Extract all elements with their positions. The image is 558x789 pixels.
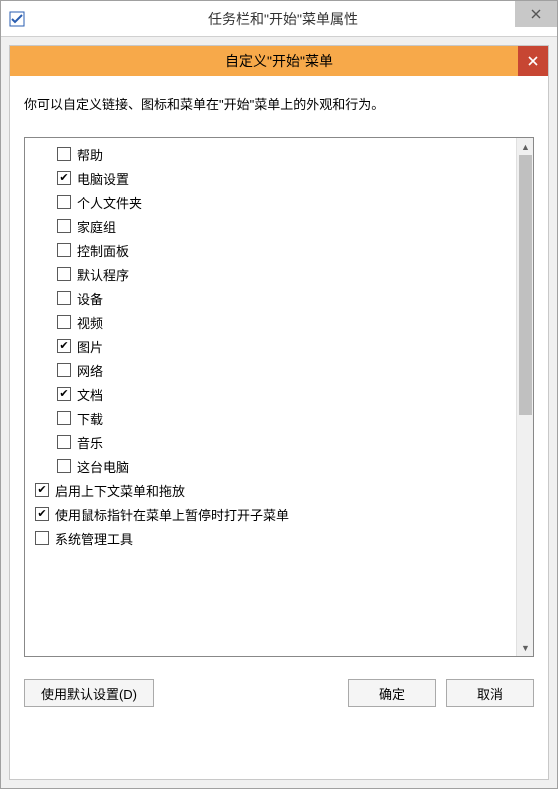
list-item[interactable]: 使用鼠标指针在菜单上暂停时打开子菜单 bbox=[27, 502, 514, 526]
list-item[interactable]: 下载 bbox=[27, 406, 514, 430]
checkbox[interactable] bbox=[57, 243, 71, 257]
outer-titlebar: 任务栏和"开始"菜单属性 bbox=[1, 1, 557, 37]
list-item-label: 设备 bbox=[77, 289, 103, 308]
list-item-label: 启用上下文菜单和拖放 bbox=[55, 481, 185, 500]
list-item[interactable]: 视频 bbox=[27, 310, 514, 334]
list-item[interactable]: 默认程序 bbox=[27, 262, 514, 286]
cancel-button[interactable]: 取消 bbox=[446, 679, 534, 707]
scroll-up-button[interactable]: ▲ bbox=[517, 138, 534, 155]
list-item-label: 默认程序 bbox=[77, 265, 129, 284]
checkbox[interactable] bbox=[57, 459, 71, 473]
checkbox[interactable] bbox=[35, 531, 49, 545]
inner-close-button[interactable] bbox=[518, 46, 548, 76]
list-item[interactable]: 网络 bbox=[27, 358, 514, 382]
inner-dialog: 自定义"开始"菜单 你可以自定义链接、图标和菜单在"开始"菜单上的外观和行为。 … bbox=[9, 45, 549, 780]
use-defaults-button[interactable]: 使用默认设置(D) bbox=[24, 679, 154, 707]
checkbox[interactable] bbox=[57, 219, 71, 233]
checkbox[interactable] bbox=[57, 171, 71, 185]
checkbox[interactable] bbox=[57, 363, 71, 377]
list-item-label: 音乐 bbox=[77, 433, 103, 452]
scroll-thumb[interactable] bbox=[519, 155, 532, 415]
ok-button[interactable]: 确定 bbox=[348, 679, 436, 707]
list-item-label: 图片 bbox=[77, 337, 103, 356]
list-item-label: 网络 bbox=[77, 361, 103, 380]
list-item-label: 文档 bbox=[77, 385, 103, 404]
checkbox[interactable] bbox=[57, 315, 71, 329]
list-item-label: 控制面板 bbox=[77, 241, 129, 260]
list-item-label: 这台电脑 bbox=[77, 457, 129, 476]
list-item[interactable]: 图片 bbox=[27, 334, 514, 358]
list-item[interactable]: 设备 bbox=[27, 286, 514, 310]
button-row: 使用默认设置(D) 确定 取消 bbox=[24, 679, 534, 707]
checkbox[interactable] bbox=[57, 339, 71, 353]
checkbox[interactable] bbox=[57, 195, 71, 209]
checkbox[interactable] bbox=[57, 147, 71, 161]
list-item-label: 个人文件夹 bbox=[77, 193, 142, 212]
list-item-label: 帮助 bbox=[77, 145, 103, 164]
checkbox[interactable] bbox=[57, 411, 71, 425]
dialog-body: 你可以自定义链接、图标和菜单在"开始"菜单上的外观和行为。 帮助电脑设置个人文件… bbox=[10, 76, 548, 779]
list-item[interactable]: 这台电脑 bbox=[27, 454, 514, 478]
list-item[interactable]: 家庭组 bbox=[27, 214, 514, 238]
button-row-right: 确定 取消 bbox=[348, 679, 534, 707]
list-item[interactable]: 文档 bbox=[27, 382, 514, 406]
checkbox[interactable] bbox=[57, 435, 71, 449]
inner-area: 自定义"开始"菜单 你可以自定义链接、图标和菜单在"开始"菜单上的外观和行为。 … bbox=[1, 37, 557, 788]
close-icon bbox=[531, 9, 541, 19]
checkbox[interactable] bbox=[57, 387, 71, 401]
inner-titlebar: 自定义"开始"菜单 bbox=[10, 46, 548, 76]
list-item[interactable]: 控制面板 bbox=[27, 238, 514, 262]
list-item[interactable]: 系统管理工具 bbox=[27, 526, 514, 550]
list-item-label: 电脑设置 bbox=[77, 169, 129, 188]
close-icon bbox=[528, 56, 538, 66]
outer-title: 任务栏和"开始"菜单属性 bbox=[9, 9, 557, 29]
checkbox[interactable] bbox=[57, 291, 71, 305]
checkbox[interactable] bbox=[35, 507, 49, 521]
outer-dialog: 任务栏和"开始"菜单属性 自定义"开始"菜单 你可以自定义链接、图标和菜单在"开… bbox=[0, 0, 558, 789]
checkbox[interactable] bbox=[57, 267, 71, 281]
listbox-content: 帮助电脑设置个人文件夹家庭组控制面板默认程序设备视频图片网络文档下载音乐这台电脑… bbox=[25, 138, 516, 656]
scrollbar[interactable]: ▲ ▼ bbox=[516, 138, 533, 656]
description-text: 你可以自定义链接、图标和菜单在"开始"菜单上的外观和行为。 bbox=[24, 94, 534, 113]
inner-title: 自定义"开始"菜单 bbox=[225, 51, 333, 71]
list-item-label: 下载 bbox=[77, 409, 103, 428]
list-item-label: 家庭组 bbox=[77, 217, 116, 236]
list-item-label: 使用鼠标指针在菜单上暂停时打开子菜单 bbox=[55, 505, 289, 524]
list-item[interactable]: 帮助 bbox=[27, 142, 514, 166]
list-item[interactable]: 电脑设置 bbox=[27, 166, 514, 190]
scroll-down-button[interactable]: ▼ bbox=[517, 639, 534, 656]
checkbox[interactable] bbox=[35, 483, 49, 497]
list-item-label: 视频 bbox=[77, 313, 103, 332]
list-item[interactable]: 音乐 bbox=[27, 430, 514, 454]
list-item-label: 系统管理工具 bbox=[55, 529, 133, 548]
list-item[interactable]: 个人文件夹 bbox=[27, 190, 514, 214]
list-item[interactable]: 启用上下文菜单和拖放 bbox=[27, 478, 514, 502]
outer-close-button[interactable] bbox=[515, 1, 557, 27]
options-listbox: 帮助电脑设置个人文件夹家庭组控制面板默认程序设备视频图片网络文档下载音乐这台电脑… bbox=[24, 137, 534, 657]
